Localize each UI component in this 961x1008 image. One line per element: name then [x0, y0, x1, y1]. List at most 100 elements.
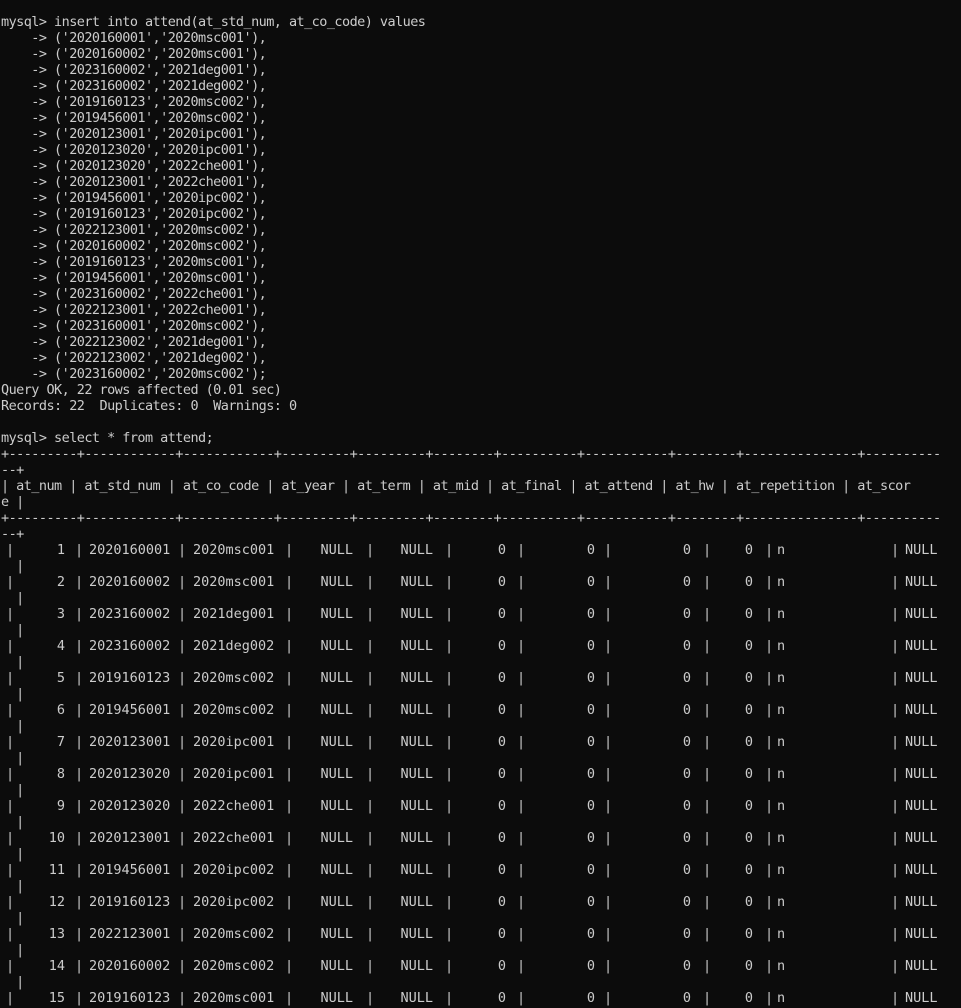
table-cell: 11: [48, 862, 65, 878]
column-separator: |: [891, 894, 900, 910]
table-cell: 2019160123: [89, 990, 171, 1006]
table-cell: 0: [682, 606, 691, 622]
table-cell: 2020msc001: [193, 542, 275, 558]
table-cell: 2022che001: [193, 830, 275, 846]
column-separator: |: [178, 926, 187, 942]
table-cell: NULL: [905, 606, 938, 622]
table-cell: 0: [744, 734, 753, 750]
terminal-window[interactable]: mysql> insert into attend(at_std_num, at…: [0, 0, 961, 1008]
table-cell: 0: [682, 830, 691, 846]
column-separator: |: [891, 574, 900, 590]
table-cell: NULL: [320, 670, 353, 686]
table-row-wrap: |: [1, 750, 24, 766]
table-top-border-wrap: --+: [1, 462, 24, 478]
column-separator: |: [178, 670, 187, 686]
column-separator: |: [765, 990, 774, 1006]
table-cell: n: [777, 798, 786, 814]
table-cell: 2020ipc001: [193, 766, 275, 782]
table-cell: 6: [56, 702, 65, 718]
column-separator: |: [604, 990, 613, 1006]
table-cell: 0: [586, 926, 595, 942]
column-separator: |: [178, 862, 187, 878]
insert-value-line: -> ('2022123001','2022che001'),: [1, 302, 267, 318]
column-separator: |: [765, 766, 774, 782]
insert-value-line: -> ('2022123002','2021deg002'),: [1, 350, 267, 366]
column-separator: |: [178, 990, 187, 1006]
table-cell: 2020msc002: [193, 670, 275, 686]
table-cell: 0: [586, 670, 595, 686]
table-cell: 0: [682, 734, 691, 750]
table-cell: 2020123001: [89, 830, 171, 846]
table-cell: 0: [682, 798, 691, 814]
table-cell: NULL: [905, 702, 938, 718]
table-cell: 2020123001: [89, 734, 171, 750]
table-cell: NULL: [320, 606, 353, 622]
insert-value-line: -> ('2019456001','2020msc002'),: [1, 110, 267, 126]
column-separator: |: [604, 734, 613, 750]
table-cell: 0: [497, 926, 506, 942]
table-cell: 0: [497, 638, 506, 654]
table-cell: 0: [497, 990, 506, 1006]
table-cell: 2020msc001: [193, 990, 275, 1006]
table-cell: 0: [497, 670, 506, 686]
table-cell: n: [777, 638, 786, 654]
table-cell: NULL: [400, 606, 433, 622]
table-cell: 2020160001: [89, 542, 171, 558]
column-separator: |: [178, 734, 187, 750]
column-separator: |: [178, 830, 187, 846]
insert-value-line: -> ('2019160123','2020ipc002'),: [1, 206, 267, 222]
column-separator: |: [891, 670, 900, 686]
table-cell: NULL: [905, 638, 938, 654]
table-cell: NULL: [400, 638, 433, 654]
table-row-wrap: |: [1, 974, 24, 990]
table-cell: 0: [586, 830, 595, 846]
table-cell: 0: [682, 766, 691, 782]
table-cell: 0: [682, 542, 691, 558]
table-cell: NULL: [400, 798, 433, 814]
column-separator: |: [517, 670, 526, 686]
column-separator: |: [765, 926, 774, 942]
table-row-wrap: |: [1, 846, 24, 862]
table-cell: 0: [586, 638, 595, 654]
table-cell: NULL: [400, 862, 433, 878]
table-cell: 2020160002: [89, 958, 171, 974]
table-row-wrap: |: [1, 782, 24, 798]
table-cell: 2020msc002: [193, 926, 275, 942]
column-separator: |: [75, 990, 84, 1006]
table-cell: NULL: [400, 574, 433, 590]
column-separator: |: [75, 734, 84, 750]
table-cell: 0: [497, 734, 506, 750]
table-cell: 0: [682, 862, 691, 878]
table-cell: 0: [682, 702, 691, 718]
table-cell: 0: [744, 606, 753, 622]
select-prompt-line: mysql> select * from attend;: [1, 430, 214, 446]
table-cell: 0: [497, 542, 506, 558]
column-separator: |: [891, 542, 900, 558]
column-separator: |: [765, 894, 774, 910]
column-separator: |: [765, 702, 774, 718]
table-cell: 0: [682, 574, 691, 590]
table-row-wrap: |: [1, 686, 24, 702]
table-cell: 2019456001: [89, 702, 171, 718]
column-separator: |: [765, 574, 774, 590]
column-separator: |: [75, 894, 84, 910]
table-cell: 2: [56, 574, 65, 590]
table-cell: NULL: [400, 990, 433, 1006]
column-separator: |: [517, 958, 526, 974]
table-cell: 2022che001: [193, 798, 275, 814]
column-separator: |: [765, 734, 774, 750]
table-cell: 7: [56, 734, 65, 750]
column-separator: |: [891, 798, 900, 814]
table-cell: NULL: [400, 958, 433, 974]
insert-value-line: -> ('2020123020','2020ipc001'),: [1, 142, 267, 158]
table-cell: NULL: [905, 542, 938, 558]
column-separator: |: [891, 990, 900, 1006]
table-cell: 0: [586, 894, 595, 910]
table-header-wrap: e |: [1, 494, 24, 510]
column-separator: |: [604, 894, 613, 910]
column-separator: |: [178, 798, 187, 814]
table-cell: 0: [682, 670, 691, 686]
table-row-wrap: |: [1, 814, 24, 830]
table-cell: 0: [744, 766, 753, 782]
table-cell: n: [777, 958, 786, 974]
